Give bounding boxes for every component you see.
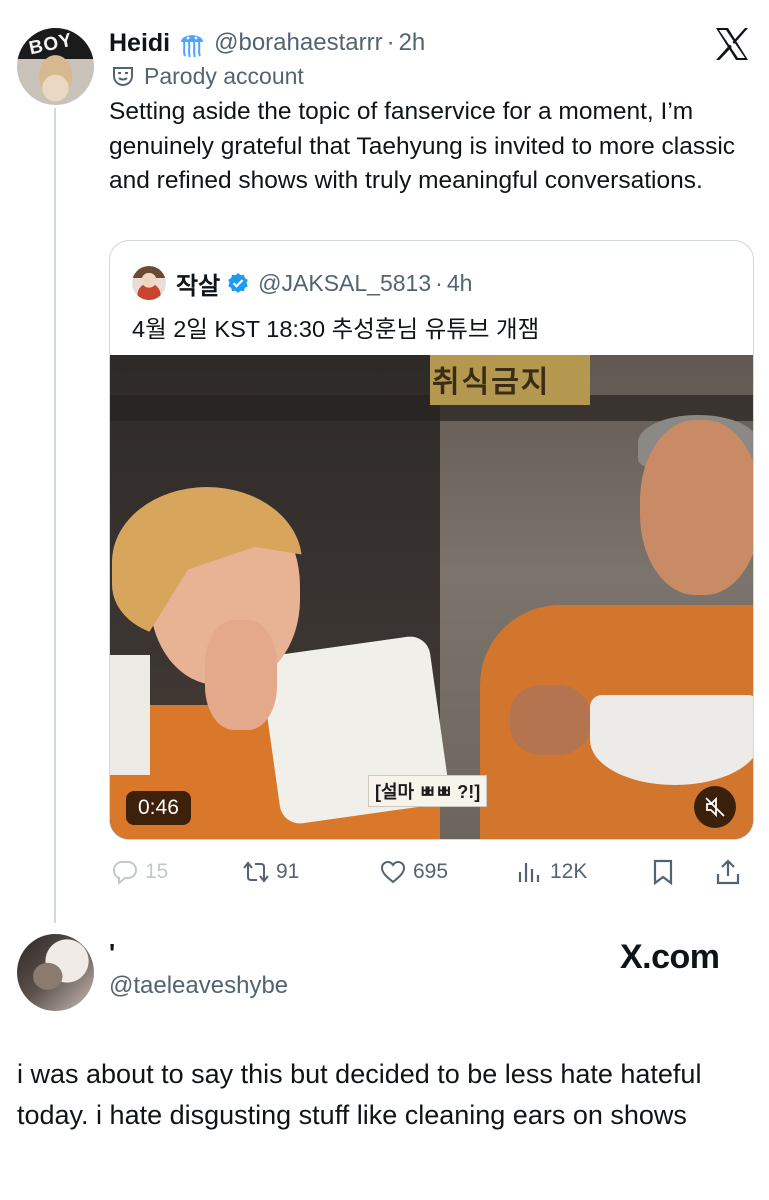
bookmark-icon [653,859,673,886]
quoted-separator-dot: · [435,269,443,296]
author-avatar[interactable]: BOY [17,28,94,105]
repost-button[interactable]: 91 [242,852,299,892]
reply-icon [112,861,138,886]
like-count: 695 [413,860,449,883]
xcom-watermark: X.com [620,938,720,976]
mute-button[interactable] [694,786,736,828]
video-person-right-head [640,420,753,595]
parody-label: Parody account [112,61,304,91]
video-towel-left-edge [110,655,150,775]
x-logo-icon [716,28,748,60]
reply-button[interactable]: 15 [111,852,168,892]
verified-badge-icon [228,273,248,293]
jellyfish-emoji-icon [181,35,204,58]
parody-mask-icon [113,67,133,87]
author-name[interactable]: Heidi [109,29,170,58]
repost-icon [243,861,269,883]
share-button[interactable] [714,852,742,892]
tweet-timestamp[interactable]: 2h [399,29,426,57]
video-bowl [590,695,753,785]
video-person-right-hand [510,685,590,755]
reply-body-text: i was about to say this but decided to b… [17,1059,702,1130]
reply-author-avatar[interactable] [17,934,94,1011]
video-player[interactable]: 취식금지 [설마 ㅃㅃ ?!] 0:46 [110,355,753,839]
video-person-left-hand [205,620,277,730]
video-duration-badge: 0:46 [126,791,191,825]
mute-icon [705,796,725,818]
avatar-cap-text: BOY [27,29,75,60]
views-count: 12K [550,860,588,883]
quoted-author-name[interactable]: 작살 [176,266,220,301]
tweet-author-row: Heidi @borahaestarrr · 2h [109,26,425,60]
parody-account-text: Parody account [144,62,304,89]
reply-author-name[interactable]: ' [109,938,115,969]
views-button[interactable]: 12K [516,852,587,892]
views-icon [518,863,540,882]
quoted-timestamp[interactable]: 4h [447,270,473,297]
author-handle[interactable]: @borahaestarrr [214,29,382,57]
quoted-tweet-text: 4월 2일 KST 18:30 추성훈님 유튜브 개잼 [132,316,540,342]
share-icon [716,859,740,885]
quoted-tweet-card[interactable]: 작살 @JAKSAL_5813 · 4h 4월 2일 KST 18:30 추성훈… [109,240,754,840]
quoted-author-row: 작살 @JAKSAL_5813 · 4h [132,266,472,300]
separator-dot: · [386,29,395,56]
reply-author-handle[interactable]: @taeleaveshybe [109,972,288,1000]
quoted-author-avatar[interactable] [132,266,166,300]
video-sign-text: 취식금지 [432,366,551,399]
reply-count: 15 [145,860,169,883]
like-icon [380,860,406,884]
tweet-body-text: Setting aside the topic of fanservice fo… [109,98,736,194]
thread-connector-line [54,108,56,923]
like-button[interactable]: 695 [379,852,448,892]
tweet-action-bar: 15 91 695 12K [109,852,754,892]
repost-count: 91 [276,860,300,883]
quoted-author-handle[interactable]: @JAKSAL_5813 [258,270,431,297]
video-subtitle: [설마 ㅃㅃ ?!] [368,775,488,807]
bookmark-button[interactable] [649,852,677,892]
